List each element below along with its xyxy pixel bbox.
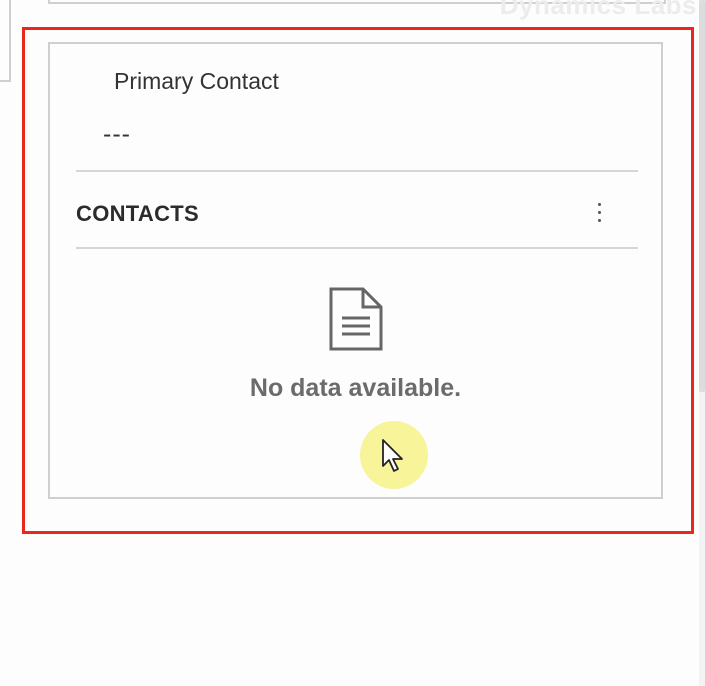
contacts-card: Primary Contact --- CONTACTS No data ava… <box>48 42 663 499</box>
watermark: Dynamics Labs <box>499 0 697 20</box>
more-dot <box>597 210 601 214</box>
primary-contact-label: Primary Contact <box>114 68 279 94</box>
mouse-pointer-icon <box>382 439 403 472</box>
contacts-section-title: CONTACTS <box>76 201 199 226</box>
scrollbar-track[interactable] <box>699 0 705 686</box>
scrollbar-thumb[interactable] <box>699 0 705 392</box>
more-dot <box>597 218 601 222</box>
empty-state-message: No data available. <box>249 374 462 402</box>
primary-contact-value[interactable]: --- <box>103 120 131 149</box>
more-dot <box>597 202 601 206</box>
page: Dynamics Labs Primary Contact --- CONTAC… <box>0 0 705 686</box>
more-vertical-icon[interactable] <box>586 194 612 230</box>
divider <box>76 247 638 249</box>
divider <box>76 170 638 172</box>
document-icon <box>329 287 383 351</box>
adjacent-panel-edge <box>0 0 11 82</box>
